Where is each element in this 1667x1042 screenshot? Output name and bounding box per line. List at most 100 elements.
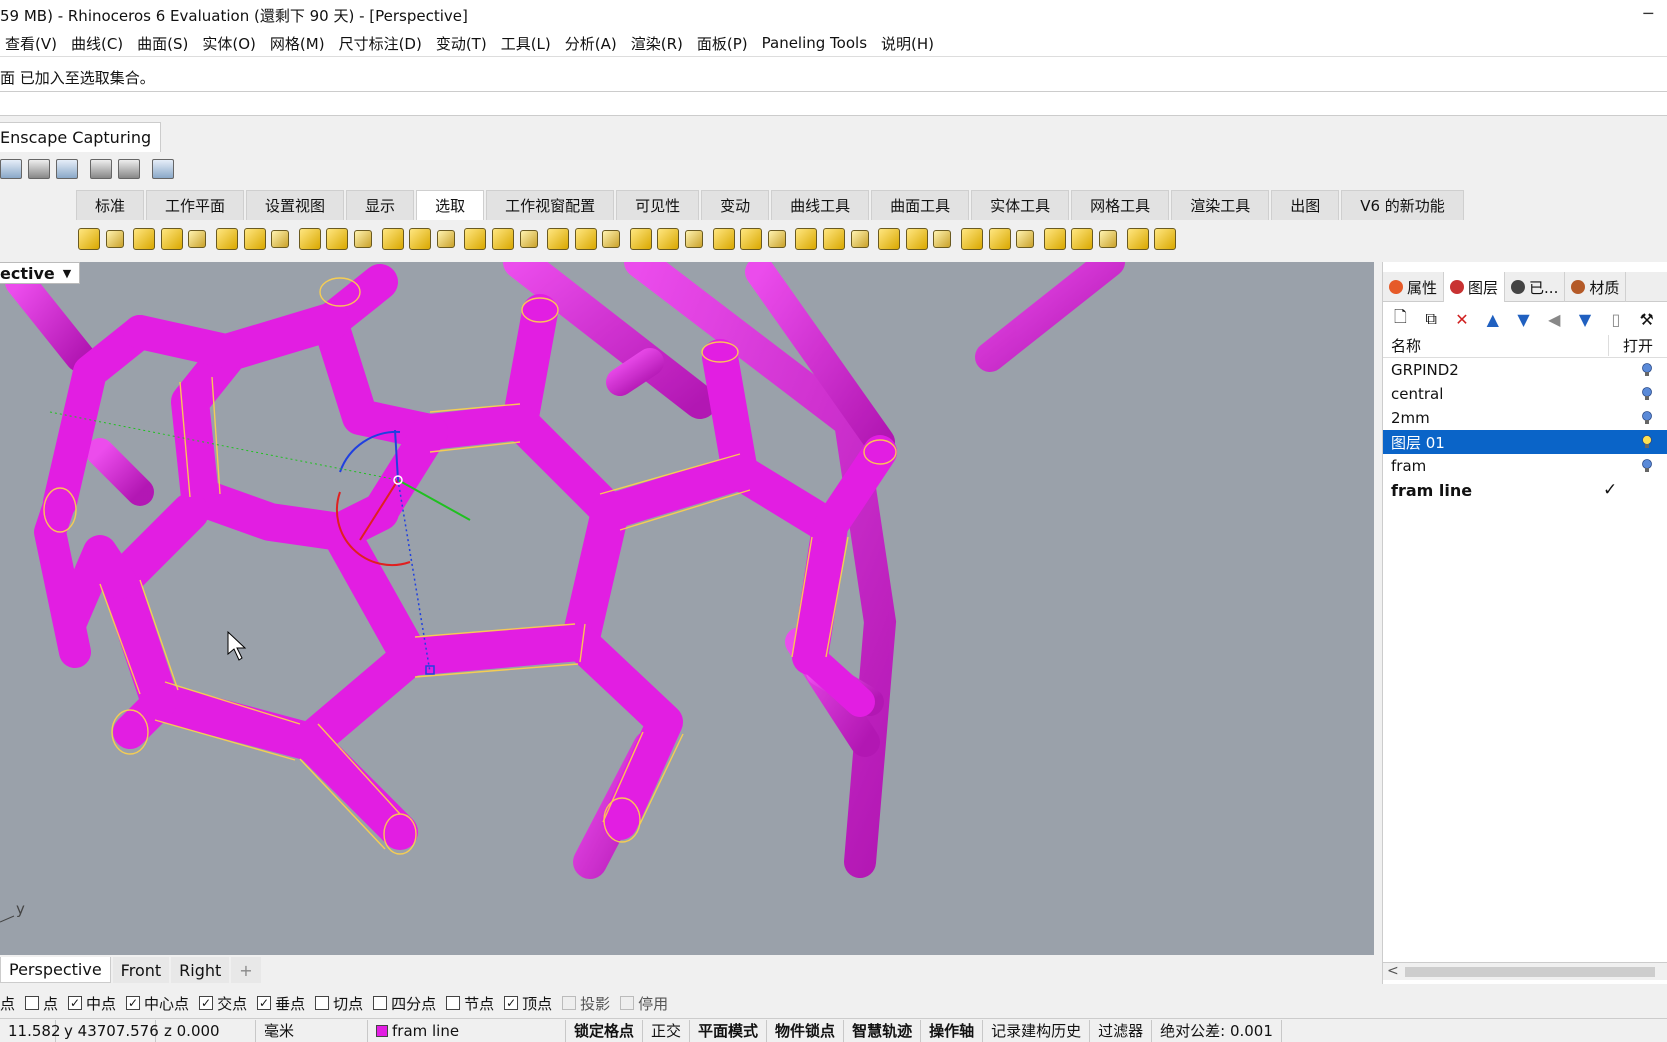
tab-toolbar[interactable]: 渲染工具 — [1171, 190, 1270, 220]
select-tool-icon[interactable] — [685, 230, 704, 248]
osnap-checkbox[interactable] — [25, 996, 40, 1010]
menu-item[interactable]: 说明(H) — [881, 33, 934, 54]
status-toggle[interactable]: 物件锁点 — [767, 1019, 845, 1042]
select-tool-icon[interactable] — [657, 228, 680, 250]
layer-row[interactable]: fram — [1383, 454, 1667, 478]
tab-toolbar[interactable]: 工作平面 — [146, 190, 245, 220]
side-panel-tab[interactable]: 图层 — [1444, 272, 1506, 302]
tab-toolbar[interactable]: 曲线工具 — [771, 190, 870, 220]
tab-toolbar[interactable]: V6 的新功能 — [1341, 190, 1464, 220]
select-tool-icon[interactable] — [519, 230, 538, 248]
lightbulb-icon[interactable] — [1641, 387, 1653, 401]
tab-toolbar[interactable]: 变动 — [701, 190, 770, 220]
lightbulb-icon[interactable] — [1641, 459, 1653, 473]
tab-toolbar[interactable]: 标准 — [76, 190, 145, 220]
scrollbar-thumb[interactable] — [1405, 967, 1655, 977]
osnap-option[interactable]: ✓ 中点 — [68, 993, 116, 1014]
select-tool-icon[interactable] — [409, 228, 432, 250]
menu-item[interactable]: 工具(L) — [501, 33, 551, 54]
new-sublayer-icon[interactable]: ⧉ — [1422, 309, 1441, 329]
tools-icon[interactable]: ⚒ — [1637, 309, 1656, 329]
page-icon[interactable]: ▯ — [1606, 309, 1625, 329]
side-panel-tab[interactable]: 已... — [1505, 272, 1566, 302]
select-tool-icon[interactable] — [740, 228, 763, 250]
layer-row[interactable]: 2mm — [1383, 406, 1667, 430]
select-tool-icon[interactable] — [547, 228, 570, 250]
command-input[interactable] — [0, 92, 1667, 116]
layer-row[interactable]: fram line ✓ — [1383, 478, 1667, 502]
menu-item[interactable]: 变动(T) — [436, 33, 487, 54]
move-left-icon[interactable]: ◀ — [1545, 309, 1564, 329]
osnap-option[interactable]: 四分点 — [373, 993, 436, 1014]
osnap-option[interactable]: ✓ 垂点 — [257, 993, 305, 1014]
select-tool-icon[interactable] — [353, 230, 372, 248]
status-toggle[interactable]: 平面模式 — [690, 1019, 768, 1042]
scroll-left-icon[interactable]: < — [1387, 963, 1399, 979]
select-tool-icon[interactable] — [271, 230, 290, 248]
tab-toolbar[interactable]: 选取 — [416, 190, 485, 220]
select-tool-icon[interactable] — [905, 228, 928, 250]
select-tool-icon[interactable] — [933, 230, 952, 248]
select-tool-icon[interactable] — [1154, 228, 1177, 250]
enscape-capture-icon[interactable] — [56, 159, 78, 179]
lightbulb-icon[interactable] — [1641, 363, 1653, 377]
horizontal-scrollbar[interactable]: < — [1383, 962, 1667, 980]
toolbar-panel-tab[interactable]: Enscape Capturing — [0, 122, 161, 152]
enscape-sync-icon[interactable] — [28, 159, 50, 179]
enscape-start-icon[interactable] — [0, 159, 22, 179]
status-toggle[interactable]: 正交 — [643, 1019, 691, 1042]
select-tool-icon[interactable] — [574, 228, 597, 250]
current-layer[interactable]: fram line — [368, 1019, 566, 1042]
delete-layer-icon[interactable]: ✕ — [1453, 309, 1472, 329]
viewport-tab[interactable]: Front — [112, 957, 170, 983]
record-history-toggle[interactable]: 记录建构历史 — [983, 1019, 1091, 1042]
layer-row[interactable]: GRPIND2 — [1383, 358, 1667, 382]
osnap-option[interactable]: 切点 — [315, 993, 363, 1014]
select-tool-icon[interactable] — [298, 228, 321, 250]
select-tool-icon[interactable] — [78, 228, 100, 250]
osnap-checkbox[interactable] — [315, 996, 330, 1010]
add-viewport-button[interactable]: + — [231, 957, 261, 983]
osnap-option[interactable]: ✓ 中心点 — [126, 993, 189, 1014]
layer-row[interactable]: 图层 01 — [1383, 430, 1667, 454]
filter-toggle[interactable]: 过滤器 — [1090, 1019, 1153, 1042]
select-tool-icon[interactable] — [878, 228, 901, 250]
viewport-tab[interactable]: Right — [171, 957, 230, 983]
osnap-checkbox[interactable]: ✓ — [126, 996, 141, 1010]
status-toggle[interactable]: 智慧轨迹 — [844, 1019, 922, 1042]
select-tool-icon[interactable] — [961, 228, 983, 250]
tab-toolbar[interactable]: 出图 — [1271, 190, 1340, 220]
select-tool-icon[interactable] — [464, 228, 487, 250]
select-tool-icon[interactable] — [767, 230, 786, 248]
osnap-checkbox[interactable]: ✓ — [504, 996, 519, 1010]
select-tool-icon[interactable] — [850, 230, 869, 248]
select-tool-icon[interactable] — [160, 228, 183, 250]
select-tool-icon[interactable] — [381, 228, 404, 250]
select-tool-icon[interactable] — [823, 228, 846, 250]
tab-toolbar[interactable]: 显示 — [346, 190, 415, 220]
move-down-icon[interactable]: ▼ — [1514, 309, 1533, 329]
status-toggle[interactable]: 操作轴 — [921, 1019, 984, 1042]
osnap-checkbox[interactable] — [446, 996, 461, 1010]
osnap-option[interactable]: ✓ 交点 — [199, 993, 247, 1014]
column-name[interactable]: 名称 — [1383, 335, 1609, 356]
lightbulb-icon[interactable] — [1641, 411, 1653, 425]
menu-item[interactable]: 网格(M) — [270, 33, 325, 54]
select-tool-icon[interactable] — [243, 228, 266, 250]
menu-item[interactable]: 渲染(R) — [631, 33, 683, 54]
osnap-option[interactable]: 点 — [0, 993, 15, 1014]
minimize-icon[interactable]: ─ — [1643, 4, 1653, 23]
select-tool-icon[interactable] — [1016, 230, 1035, 248]
tab-toolbar[interactable]: 曲面工具 — [871, 190, 970, 220]
select-tool-icon[interactable] — [1098, 230, 1117, 248]
osnap-checkbox[interactable]: ✓ — [257, 996, 272, 1010]
select-tool-icon[interactable] — [629, 228, 652, 250]
select-tool-icon[interactable] — [1071, 228, 1094, 250]
enscape-screenshot-icon[interactable] — [90, 159, 112, 179]
viewport-tab[interactable]: Perspective — [0, 957, 111, 983]
column-on[interactable]: 打开 — [1609, 335, 1653, 356]
select-tool-icon[interactable] — [1126, 228, 1149, 250]
viewport-title[interactable]: ective ▼ — [0, 262, 81, 284]
osnap-checkbox[interactable]: ✓ — [199, 996, 214, 1010]
menu-item[interactable]: 面板(P) — [697, 33, 748, 54]
